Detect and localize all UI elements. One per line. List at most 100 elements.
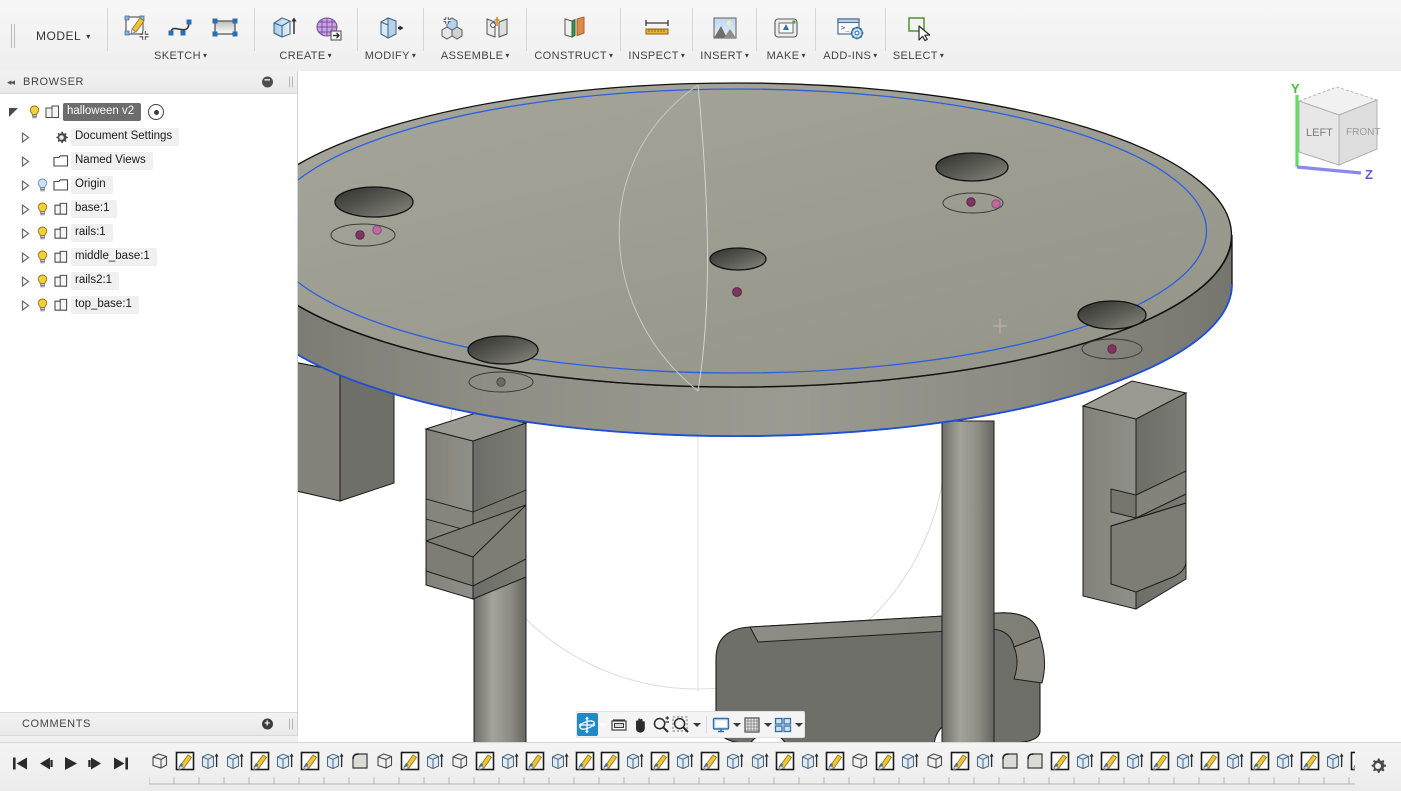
tree-item-base-1[interactable]: base:1 [0,197,297,221]
timeline-feature-6[interactable] [297,747,322,775]
3d-print-button[interactable] [764,6,808,50]
toolbar-group-label[interactable]: ADD-INS ▾ [823,50,877,67]
timeline-feature-42[interactable] [1197,747,1222,775]
timeline-feature-46[interactable] [1297,747,1322,775]
timeline-feature-47[interactable] [1322,747,1347,775]
lightbulb-icon[interactable] [34,202,51,216]
timeline-feature-2[interactable] [197,747,222,775]
orbit-button[interactable] [577,713,598,736]
step-back-button[interactable] [33,746,58,780]
select-button[interactable] [897,6,941,50]
timeline-feature-45[interactable] [1272,747,1297,775]
extrude-button[interactable] [262,6,306,50]
toolbar-group-label[interactable]: INSERT ▾ [700,50,749,67]
display-settings-dropdown-caret[interactable] [732,713,742,736]
joint-button[interactable] [475,6,519,50]
timeline-feature-17[interactable] [572,747,597,775]
toolbar-group-label[interactable]: MAKE ▾ [767,50,806,67]
timeline-feature-1[interactable] [172,747,197,775]
go-to-beginning-button[interactable] [8,746,33,780]
fit-button[interactable] [608,713,629,736]
timeline-feature-26[interactable] [797,747,822,775]
toolbar-group-label[interactable]: SKETCH ▾ [154,50,207,67]
timeline-feature-32[interactable] [947,747,972,775]
timeline-feature-3[interactable] [222,747,247,775]
measure-button[interactable] [635,6,679,50]
pan-button[interactable] [629,713,650,736]
timeline-feature-37[interactable] [1072,747,1097,775]
rectangle-button[interactable] [203,6,247,50]
timeline-feature-0[interactable] [147,747,172,775]
lightbulb-icon[interactable] [34,298,51,312]
timeline-feature-15[interactable] [522,747,547,775]
toolbar-group-label[interactable]: CREATE ▾ [279,50,332,67]
timeline-feature-22[interactable] [697,747,722,775]
offset-plane-button[interactable] [552,6,596,50]
toolbar-group-label[interactable]: CONSTRUCT ▾ [534,50,613,67]
timeline-feature-36[interactable] [1047,747,1072,775]
timeline-feature-9[interactable] [372,747,397,775]
insert-image-button[interactable] [703,6,747,50]
lightbulb-icon[interactable] [34,178,51,192]
triangle-right-icon[interactable] [16,227,34,239]
view-cube[interactable]: Y Z LEFT FRONT [1277,73,1395,185]
lightbulb-icon[interactable] [34,226,51,240]
zoom-button[interactable] [650,713,671,736]
timeline-feature-40[interactable] [1147,747,1172,775]
scripts-addins-button[interactable]: >_ [828,6,872,50]
timeline-settings-button[interactable] [1355,743,1401,789]
zoom-window-button[interactable] [671,713,692,736]
collapse-left-icon[interactable]: ◂◂ [7,77,15,88]
timeline-features[interactable] [139,743,1355,791]
zoom-window-dropdown-caret[interactable] [692,713,702,736]
triangle-right-icon[interactable] [16,275,34,287]
timeline-feature-10[interactable] [397,747,422,775]
play-button[interactable] [58,746,83,780]
timeline-feature-29[interactable] [872,747,897,775]
triangle-right-icon[interactable] [16,131,34,143]
timeline-feature-41[interactable] [1172,747,1197,775]
timeline-feature-14[interactable] [497,747,522,775]
timeline-feature-4[interactable] [247,747,272,775]
viewports-dropdown-caret[interactable] [794,713,804,736]
go-to-end-button[interactable] [108,746,133,780]
minimize-icon[interactable]: − [262,75,273,88]
tree-item-rails2-1[interactable]: rails2:1 [0,269,297,293]
timeline-feature-13[interactable] [472,747,497,775]
display-settings-button[interactable] [711,713,732,736]
workspace-switcher[interactable]: MODEL ▾ [22,0,107,71]
timeline-feature-35[interactable] [1022,747,1047,775]
new-component-button[interactable] [431,6,475,50]
tree-item-top_base-1[interactable]: top_base:1 [0,293,297,317]
expander-root[interactable] [0,107,26,118]
tree-item-middle_base-1[interactable]: middle_base:1 [0,245,297,269]
radio-dot-icon[interactable] [148,104,165,120]
create-form-button[interactable] [306,6,350,50]
create-sketch-button[interactable] [115,6,159,50]
toolbar-group-label[interactable]: SELECT ▾ [893,50,945,67]
timeline-feature-44[interactable] [1247,747,1272,775]
add-comment-icon[interactable]: + [262,718,273,730]
timeline-feature-43[interactable] [1222,747,1247,775]
timeline-feature-18[interactable] [597,747,622,775]
timeline-feature-38[interactable] [1097,747,1122,775]
toolbar-group-label[interactable]: ASSEMBLE ▾ [441,50,510,67]
spline-button[interactable] [159,6,203,50]
triangle-right-icon[interactable] [16,299,34,311]
tree-root-node[interactable]: halloween v2 [0,99,297,125]
comments-bar[interactable]: COMMENTS + [0,712,298,736]
step-forward-button[interactable] [83,746,108,780]
triangle-right-icon[interactable] [16,179,34,191]
toolbar-group-label[interactable]: MODIFY ▾ [365,50,417,67]
timeline-feature-30[interactable] [897,747,922,775]
lightbulb-icon[interactable] [34,250,51,264]
viewports-button[interactable] [773,713,794,736]
timeline-feature-23[interactable] [722,747,747,775]
timeline-feature-20[interactable] [647,747,672,775]
timeline-feature-24[interactable] [747,747,772,775]
timeline-feature-25[interactable] [772,747,797,775]
tree-item-origin[interactable]: Origin [0,173,297,197]
timeline-feature-21[interactable] [672,747,697,775]
timeline-feature-5[interactable] [272,747,297,775]
tree-item-rails-1[interactable]: rails:1 [0,221,297,245]
